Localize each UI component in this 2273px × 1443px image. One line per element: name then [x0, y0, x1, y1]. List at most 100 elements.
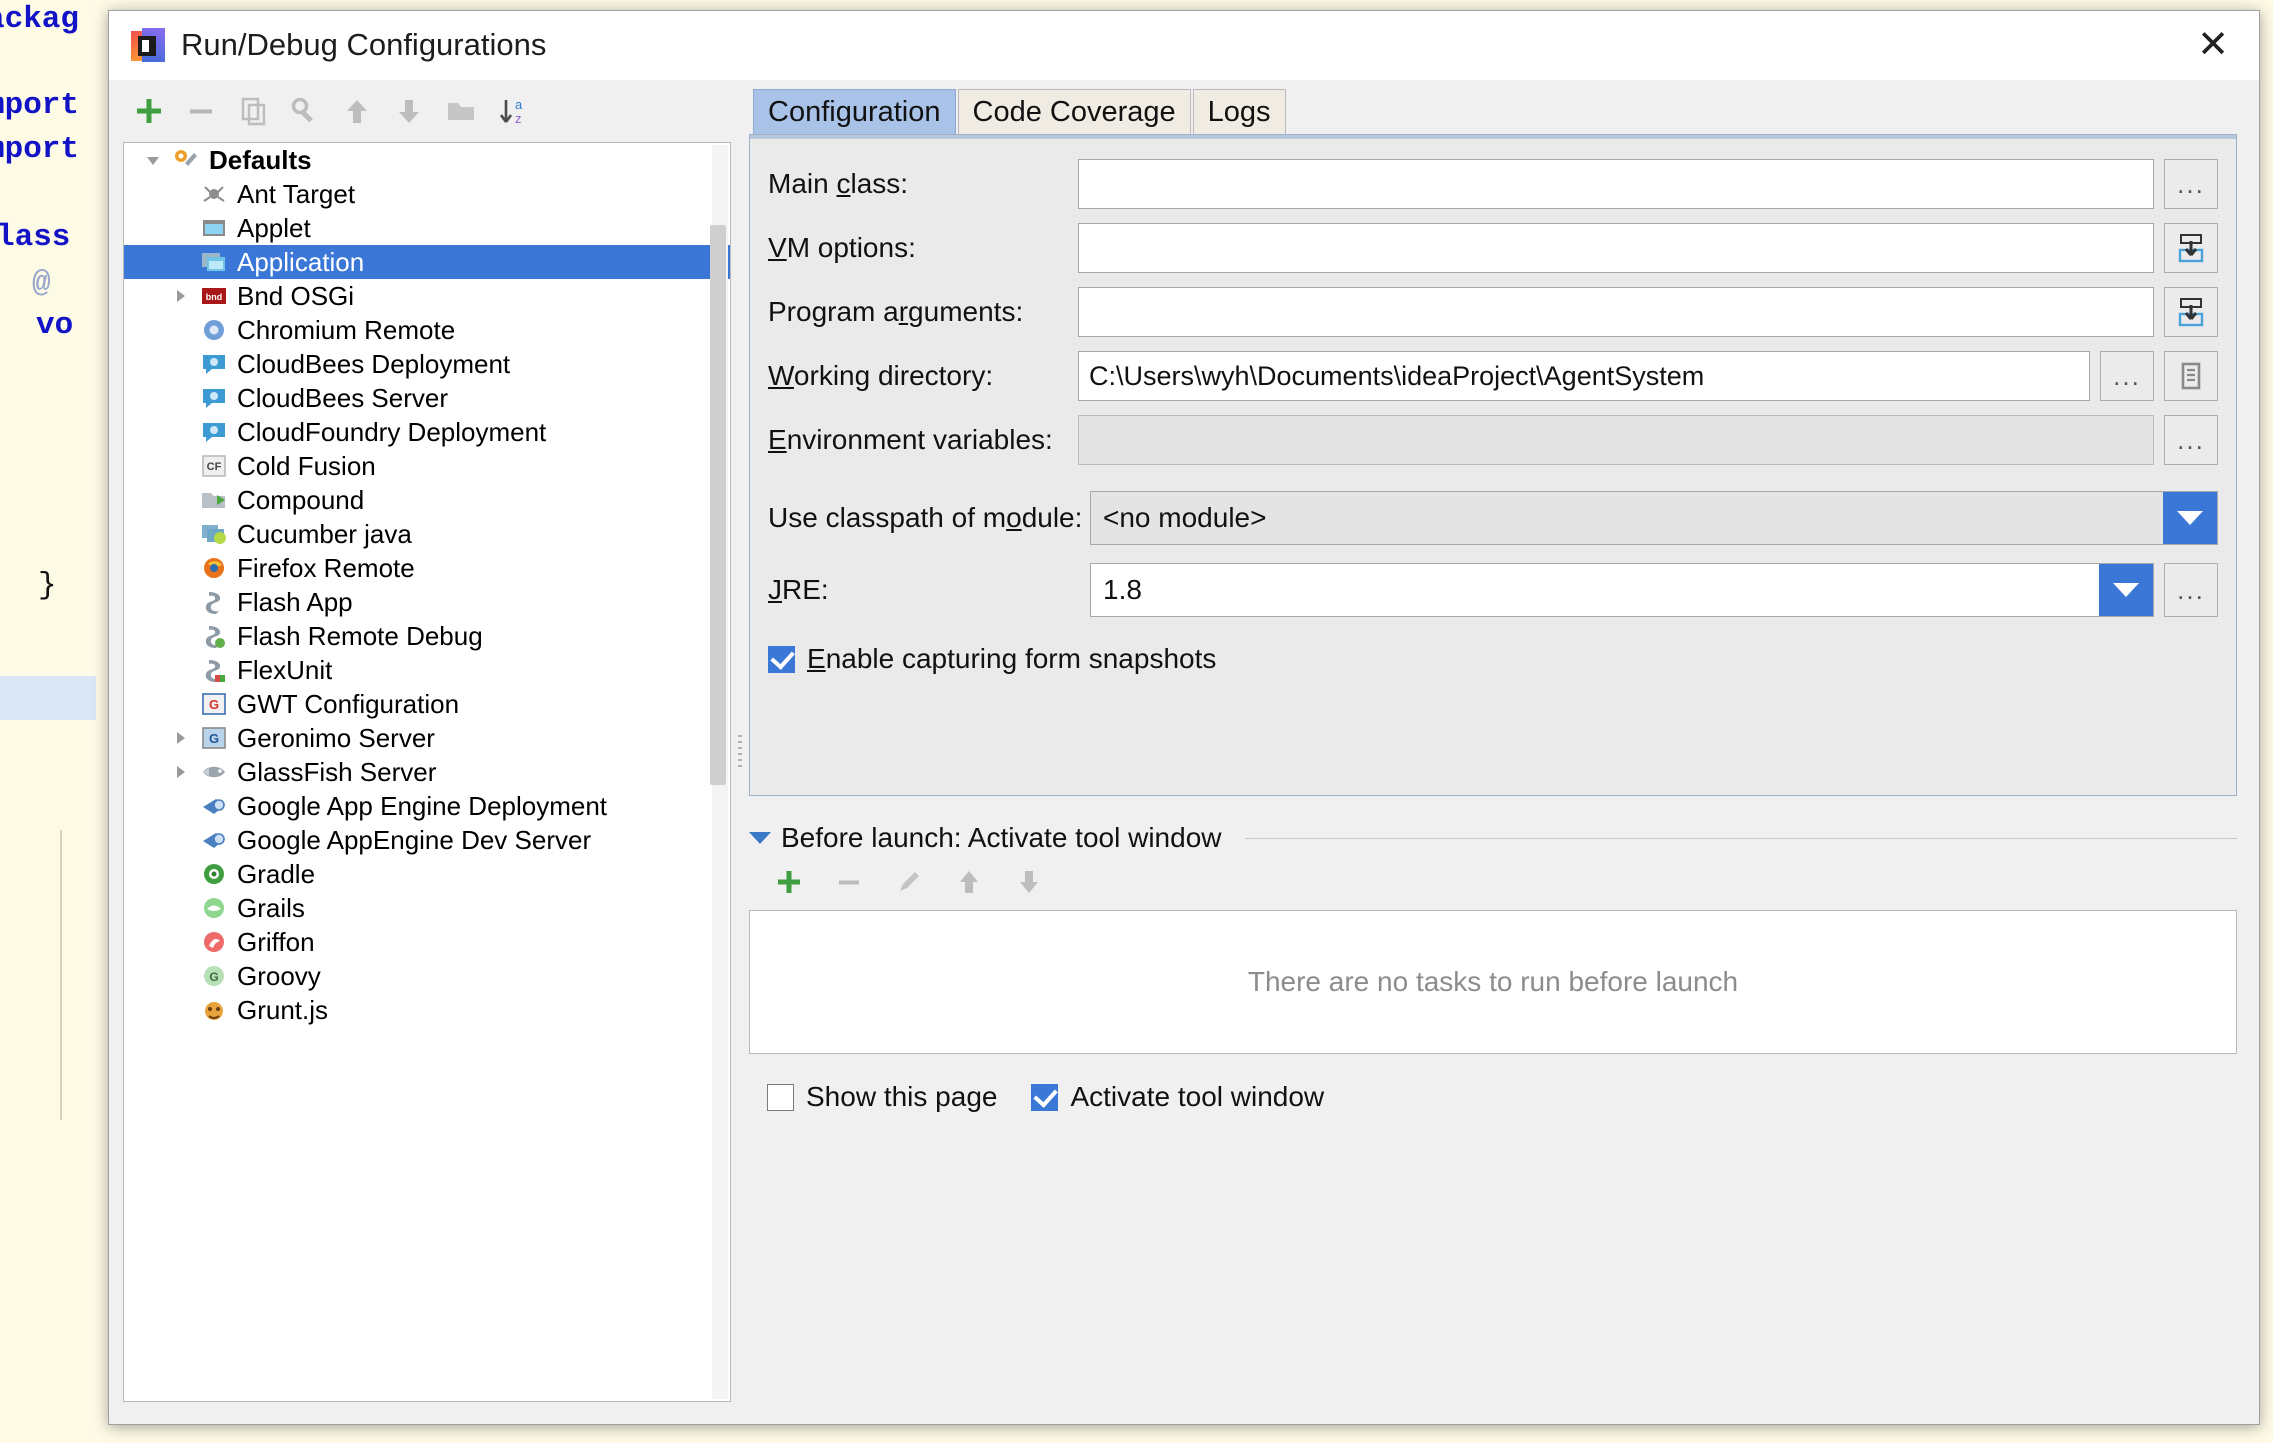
move-up-button[interactable]	[331, 85, 383, 137]
remove-task-button[interactable]	[823, 856, 875, 908]
tree-item-grails[interactable]: Grails	[124, 891, 730, 925]
collapse-triangle-icon[interactable]	[749, 832, 771, 844]
tab-configuration[interactable]: Configuration	[753, 89, 956, 134]
tree-item-cucumber-java[interactable]: Cucumber java	[124, 517, 730, 551]
tree-item-cold-fusion[interactable]: CF Cold Fusion	[124, 449, 730, 483]
move-down-button[interactable]	[383, 85, 435, 137]
edit-templates-button[interactable]	[279, 85, 331, 137]
tree-scrollbar[interactable]	[710, 145, 728, 1399]
before-launch-tasks-list[interactable]: There are no tasks to run before launch	[749, 910, 2237, 1054]
tree-item-cloudbees-deployment[interactable]: CloudBees Deployment	[124, 347, 730, 381]
tree-item-flexunit[interactable]: FlexUnit	[124, 653, 730, 687]
environment-variables-input[interactable]	[1078, 415, 2154, 465]
working-directory-browse-button[interactable]: ...	[2100, 351, 2154, 401]
tree-item-label: Flash App	[237, 586, 353, 617]
show-this-page-checkbox[interactable]	[767, 1083, 794, 1111]
tree-item-griffon[interactable]: Griffon	[124, 925, 730, 959]
working-directory-input[interactable]: C:\Users\wyh\Documents\ideaProject\Agent…	[1078, 351, 2090, 401]
jre-combobox[interactable]: 1.8	[1090, 563, 2154, 617]
task-move-down-button[interactable]	[1003, 856, 1055, 908]
tree-item-flash-remote-debug[interactable]: Flash Remote Debug	[124, 619, 730, 653]
activate-tool-window-checkbox[interactable]	[1031, 1083, 1059, 1111]
run-debug-configurations-dialog: Run/Debug Configurations ✕ a z Defaults …	[108, 10, 2260, 1425]
grunt-icon	[198, 996, 230, 1024]
jre-value: 1.8	[1103, 574, 1142, 605]
configurations-tree[interactable]: Defaults Ant Target Applet Application bnd Bn…	[124, 143, 730, 1401]
tree-item-gradle[interactable]: Gradle	[124, 857, 730, 891]
code-line: lass	[0, 220, 71, 255]
svg-text:G: G	[209, 731, 219, 746]
classpath-module-value: <no module>	[1103, 502, 1267, 533]
cloudfoundry-icon	[198, 418, 230, 446]
remove-configuration-button[interactable]	[175, 85, 227, 137]
vm-options-input[interactable]	[1078, 223, 2154, 273]
jre-browse-button[interactable]: ...	[2164, 563, 2218, 617]
new-folder-button[interactable]	[435, 85, 487, 137]
environment-variables-browse-button[interactable]: ...	[2164, 415, 2218, 465]
tree-item-glassfish-server[interactable]: GlassFish Server	[124, 755, 730, 789]
close-icon[interactable]: ✕	[2185, 17, 2241, 73]
chevron-down-icon[interactable]	[136, 151, 170, 169]
configurations-toolbar: az	[109, 80, 731, 142]
classpath-module-combobox[interactable]: <no module>	[1090, 491, 2218, 545]
program-arguments-expand-button[interactable]	[2164, 287, 2218, 337]
tree-item-applet[interactable]: Applet	[124, 211, 730, 245]
tree-item-chromium-remote[interactable]: Chromium Remote	[124, 313, 730, 347]
copy-configuration-button[interactable]	[227, 85, 279, 137]
tree-item-google-app-engine-deployment[interactable]: Google App Engine Deployment	[124, 789, 730, 823]
tree-item-ant-target[interactable]: Ant Target	[124, 177, 730, 211]
add-task-button[interactable]	[763, 856, 815, 908]
task-move-up-button[interactable]	[943, 856, 995, 908]
intellij-idea-icon	[131, 28, 165, 62]
svg-text:G: G	[209, 970, 218, 984]
compound-icon	[198, 486, 230, 514]
vm-options-expand-button[interactable]	[2164, 223, 2218, 273]
configurations-tree-panel: Defaults Ant Target Applet Application bnd Bn…	[123, 142, 731, 1402]
tab-logs[interactable]: Logs	[1192, 89, 1286, 134]
tree-item-cloudbees-server[interactable]: CloudBees Server	[124, 381, 730, 415]
tree-item-groovy[interactable]: G Groovy	[124, 959, 730, 993]
main-class-input[interactable]	[1078, 159, 2154, 209]
dialog-body: az Defaults Ant Target Applet Application bn…	[109, 80, 2259, 1424]
tab-code-coverage[interactable]: Code Coverage	[957, 89, 1191, 134]
appengine-icon	[198, 792, 230, 820]
tree-item-google-appengine-dev-server[interactable]: Google AppEngine Dev Server	[124, 823, 730, 857]
tree-item-compound[interactable]: Compound	[124, 483, 730, 517]
tree-item-label: Griffon	[237, 926, 315, 957]
tree-item-label: GlassFish Server	[237, 756, 437, 787]
tree-item-label: Grunt.js	[237, 994, 329, 1025]
tree-item-cloudfoundry-deployment[interactable]: CloudFoundry Deployment	[124, 415, 730, 449]
bottom-options: Show this page Activate tool window	[749, 1054, 2237, 1140]
editor-indent-guide	[60, 830, 62, 1120]
tree-item-flash-app[interactable]: Flash App	[124, 585, 730, 619]
main-class-label: Main class:	[768, 168, 909, 199]
gwt-icon: G	[198, 690, 230, 718]
jre-row: JRE: 1.8 ...	[750, 563, 2236, 617]
tree-scrollbar-thumb[interactable]	[710, 225, 726, 785]
show-this-page-label: Show this page	[806, 1081, 998, 1112]
main-class-browse-button[interactable]: ...	[2164, 159, 2218, 209]
sort-alphabetically-button[interactable]: az	[487, 85, 539, 137]
tree-item-gwt-configuration[interactable]: G GWT Configuration	[124, 687, 730, 721]
chevron-down-icon[interactable]	[2099, 564, 2153, 616]
tree-item-bnd-osgi[interactable]: bnd Bnd OSGi	[124, 279, 730, 313]
edit-task-button[interactable]	[883, 856, 935, 908]
tree-item-label: CloudBees Deployment	[237, 348, 511, 379]
chevron-right-icon[interactable]	[164, 763, 198, 781]
add-configuration-button[interactable]	[123, 85, 175, 137]
tree-item-firefox-remote[interactable]: Firefox Remote	[124, 551, 730, 585]
tree-item-defaults[interactable]: Defaults	[124, 143, 730, 177]
working-directory-macros-button[interactable]	[2164, 351, 2218, 401]
chevron-down-icon[interactable]	[2163, 492, 2217, 544]
applet-icon	[198, 214, 230, 242]
pane-splitter[interactable]	[731, 80, 749, 1424]
cloudbees-icon	[198, 350, 230, 378]
panel-top-border	[750, 135, 2236, 139]
chevron-right-icon[interactable]	[164, 287, 198, 305]
chevron-right-icon[interactable]	[164, 729, 198, 747]
enable-snapshots-checkbox[interactable]	[768, 645, 795, 673]
tree-item-grunt-js[interactable]: Grunt.js	[124, 993, 730, 1027]
tree-item-geronimo-server[interactable]: G Geronimo Server	[124, 721, 730, 755]
program-arguments-input[interactable]	[1078, 287, 2154, 337]
tree-item-application[interactable]: Application	[124, 245, 730, 279]
